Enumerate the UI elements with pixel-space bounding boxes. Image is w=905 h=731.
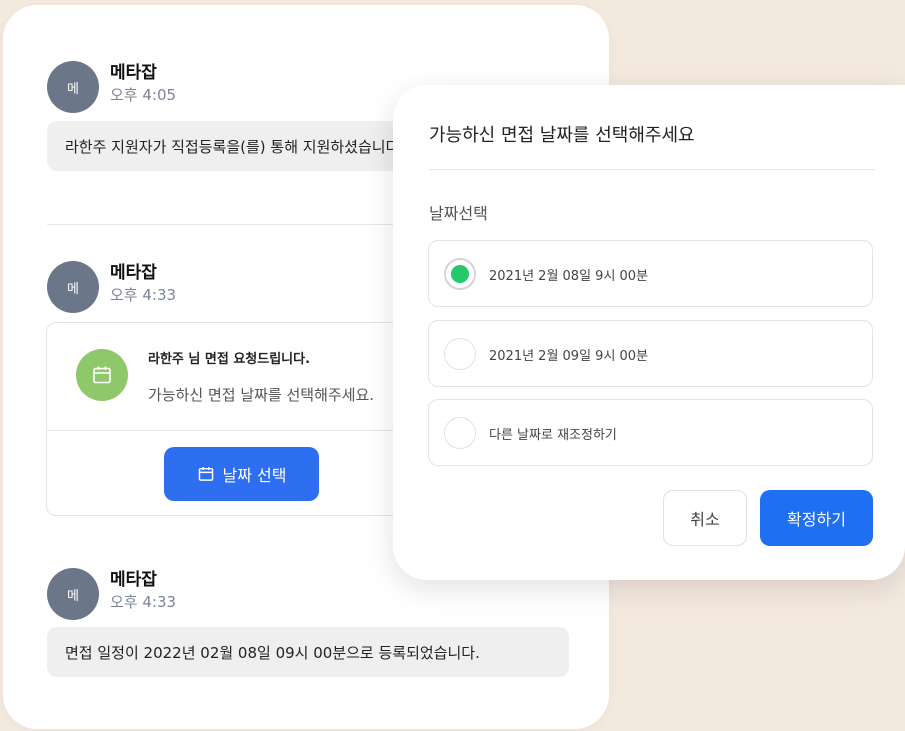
- date-option[interactable]: 다른 날짜로 재조정하기: [428, 399, 873, 466]
- avatar: 메: [47, 261, 99, 313]
- radio-unselected[interactable]: [444, 338, 476, 370]
- sender-name: 메타잡: [110, 570, 157, 590]
- avatar: 메: [47, 61, 99, 113]
- sender-name: 메타잡: [110, 63, 157, 83]
- message-time: 오후 4:33: [110, 593, 177, 611]
- select-date-button[interactable]: 날짜 선택: [164, 447, 319, 501]
- modal-divider: [429, 169, 875, 170]
- date-select-modal: 가능하신 면접 날짜를 선택해주세요 날짜선택 2021년 2월 08일 9시 …: [393, 85, 905, 580]
- message-time: 오후 4:05: [110, 86, 177, 104]
- radio-selected[interactable]: [444, 258, 476, 290]
- confirm-button[interactable]: 확정하기: [760, 490, 873, 546]
- avatar: 메: [47, 568, 99, 620]
- date-option-label: 다른 날짜로 재조정하기: [489, 428, 617, 443]
- message-bubble: 면접 일정이 2022년 02월 08일 09시 00분으로 등록되었습니다.: [47, 627, 569, 677]
- cancel-button[interactable]: 취소: [663, 490, 747, 546]
- calendar-icon: [197, 465, 215, 483]
- interview-card-subtitle: 가능하신 면접 날짜를 선택해주세요.: [148, 386, 375, 404]
- select-date-label: 날짜 선택: [222, 466, 287, 485]
- calendar-icon: [76, 349, 128, 401]
- section-label: 날짜선택: [429, 204, 488, 223]
- date-option[interactable]: 2021년 2월 08일 9시 00분: [428, 240, 873, 307]
- date-option-label: 2021년 2월 08일 9시 00분: [489, 269, 649, 284]
- interview-card-title: 라한주 님 면접 요청드립니다.: [148, 352, 311, 367]
- radio-unselected[interactable]: [444, 417, 476, 449]
- message-time: 오후 4:33: [110, 286, 177, 304]
- sender-name: 메타잡: [110, 263, 157, 283]
- modal-title: 가능하신 면접 날짜를 선택해주세요: [429, 125, 695, 146]
- date-option-label: 2021년 2월 09일 9시 00분: [489, 349, 649, 364]
- date-option[interactable]: 2021년 2월 09일 9시 00분: [428, 320, 873, 387]
